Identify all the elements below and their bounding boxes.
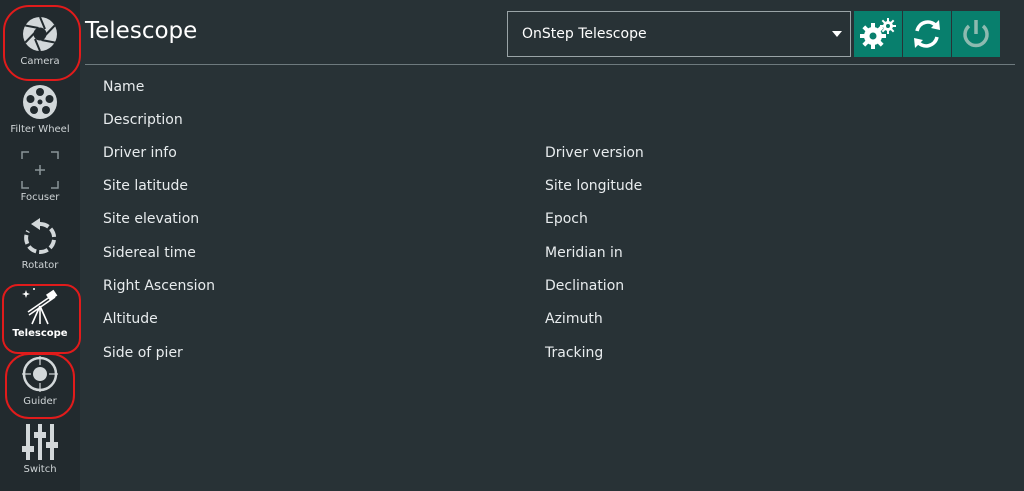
- sidebar-item-label: Telescope: [12, 328, 68, 339]
- switch-sliders-icon: [22, 424, 58, 460]
- field-label-side-of-pier: Side of pier: [103, 345, 183, 361]
- sidebar-item-label: Switch: [23, 464, 57, 475]
- sidebar-item-label: Focuser: [20, 192, 60, 203]
- focuser-icon: [21, 151, 59, 189]
- telescope-device-select[interactable]: OnStep Telescope: [507, 11, 851, 57]
- power-icon: [963, 20, 989, 48]
- sidebar-item-guider[interactable]: Guider: [0, 340, 80, 408]
- refresh-button[interactable]: [903, 11, 951, 57]
- sidebar-item-telescope[interactable]: Telescope: [0, 272, 80, 340]
- settings-gears-icon: [860, 18, 896, 49]
- field-label-altitude: Altitude: [103, 311, 158, 327]
- field-label-tracking: Tracking: [545, 345, 604, 361]
- field-label-driver-info: Driver info: [103, 145, 177, 161]
- refresh-icon: [914, 20, 940, 48]
- chevron-down-icon: [832, 31, 842, 37]
- sidebar-item-focuser[interactable]: Focuser: [0, 136, 80, 204]
- field-label-driver-version: Driver version: [545, 145, 644, 161]
- field-label-declination: Declination: [545, 278, 625, 294]
- sidebar-item-label: Filter Wheel: [10, 124, 70, 135]
- sidebar-item-camera[interactable]: Camera: [0, 0, 80, 68]
- sidebar-item-label: Camera: [20, 56, 60, 67]
- power-button[interactable]: [952, 11, 1000, 57]
- device-select-value: OnStep Telescope: [522, 26, 647, 42]
- rotator-icon: [24, 218, 57, 254]
- telescope-icon: [22, 288, 58, 325]
- field-label-epoch: Epoch: [545, 211, 588, 227]
- field-label-azimuth: Azimuth: [545, 311, 603, 327]
- filter-wheel-icon: [23, 85, 57, 119]
- field-label-site-longitude: Site longitude: [545, 178, 643, 194]
- sidebar-item-switch[interactable]: Switch: [0, 408, 80, 476]
- settings-button[interactable]: [854, 11, 902, 57]
- sidebar-item-label: Guider: [23, 396, 57, 407]
- field-label-description: Description: [103, 112, 183, 128]
- field-label-meridian-in: Meridian in: [545, 245, 623, 261]
- sidebar-item-filter-wheel[interactable]: Filter Wheel: [0, 68, 80, 136]
- sidebar-item-rotator[interactable]: Rotator: [0, 204, 80, 272]
- field-label-site-elevation: Site elevation: [103, 211, 200, 227]
- page-title: Telescope: [85, 18, 198, 44]
- sidebar: Camera Filter Wheel Focuser Rotator Tele…: [0, 0, 80, 491]
- sidebar-item-label: Rotator: [21, 260, 59, 271]
- title-divider: [85, 64, 1015, 65]
- guider-icon: [22, 356, 58, 392]
- field-label-site-latitude: Site latitude: [103, 178, 189, 194]
- field-label-sidereal-time: Sidereal time: [103, 245, 196, 261]
- field-label-right-ascension: Right Ascension: [103, 278, 215, 294]
- field-label-name: Name: [103, 79, 145, 95]
- camera-aperture-icon: [23, 16, 57, 52]
- telescope-panel: Telescope OnStep Telescope Name Descript…: [80, 0, 1024, 491]
